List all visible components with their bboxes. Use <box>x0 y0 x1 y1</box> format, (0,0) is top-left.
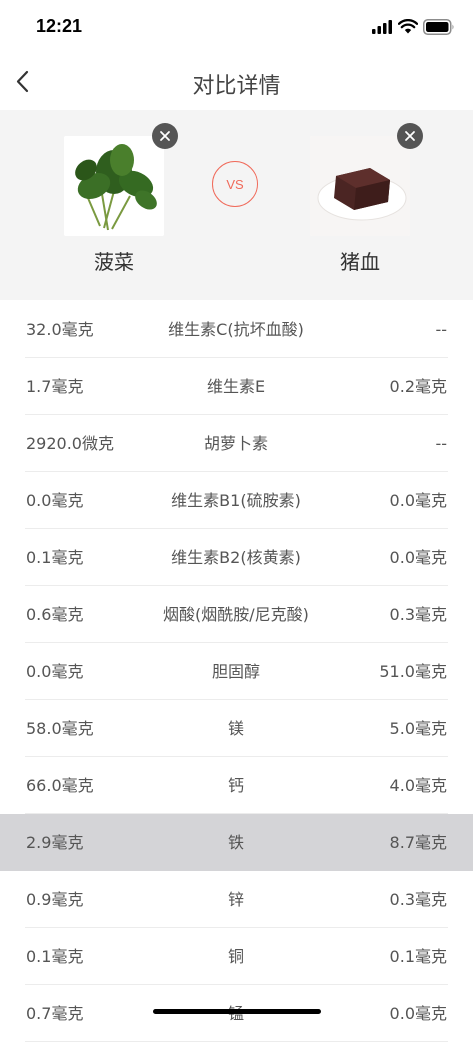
nutrient-name: 维生素E <box>206 377 266 396</box>
nutrient-row[interactable]: 0.9毫克 锌 0.3毫克 <box>0 871 473 928</box>
left-food-name: 菠菜 <box>94 250 134 274</box>
right-value: 4.0毫克 <box>389 776 447 795</box>
nutrient-row-highlighted[interactable]: 2.9毫克 铁 8.7毫克 <box>0 814 473 871</box>
nutrient-row[interactable]: 0.1毫克 铜 0.1毫克 <box>0 928 473 985</box>
right-food-name: 猪血 <box>340 250 380 274</box>
nutrient-list: 32.0毫克 维生素C(抗坏血酸) -- 1.7毫克 维生素E 0.2毫克 29… <box>0 301 473 1042</box>
right-value: 51.0毫克 <box>379 662 447 681</box>
nutrient-row[interactable]: 1.7毫克 维生素E 0.2毫克 <box>0 358 473 415</box>
home-indicator <box>153 1009 321 1014</box>
nutrient-name: 铜 <box>227 947 244 966</box>
cellular-signal-icon <box>372 20 392 34</box>
nutrient-name: 胡萝卜素 <box>203 434 268 453</box>
left-value: 0.7毫克 <box>26 1004 84 1023</box>
nutrient-row[interactable]: 0.0毫克 维生素B1(硫胺素) 0.0毫克 <box>0 472 473 529</box>
nutrient-name: 烟酸(烟酰胺/尼克酸) <box>163 605 309 624</box>
right-value: -- <box>435 434 447 453</box>
nutrient-row[interactable]: 0.0毫克 胆固醇 51.0毫克 <box>0 643 473 700</box>
left-value: 0.6毫克 <box>26 605 84 624</box>
page-title: 对比详情 <box>192 74 281 99</box>
wifi-icon <box>398 19 418 34</box>
right-value: 5.0毫克 <box>389 719 447 738</box>
nutrient-name: 钙 <box>227 776 244 795</box>
status-bar: 12:21 <box>0 0 473 56</box>
left-value: 0.1毫克 <box>26 947 84 966</box>
nutrient-row[interactable]: 0.1毫克 维生素B2(核黄素) 0.0毫克 <box>0 529 473 586</box>
nutrient-row[interactable]: 0.6毫克 烟酸(烟酰胺/尼克酸) 0.3毫克 <box>0 586 473 643</box>
left-value: 58.0毫克 <box>26 719 94 738</box>
right-value: 0.3毫克 <box>389 605 447 624</box>
right-value: -- <box>435 320 447 339</box>
right-value: 0.0毫克 <box>389 548 447 567</box>
right-value: 0.2毫克 <box>389 377 447 396</box>
right-value: 0.1毫克 <box>389 947 447 966</box>
right-value: 0.0毫克 <box>389 491 447 510</box>
compare-panel: VS 菠菜 猪血 <box>0 110 473 300</box>
right-value: 0.0毫克 <box>389 1004 447 1023</box>
status-time: 12:21 <box>36 16 83 36</box>
nutrient-row[interactable]: 32.0毫克 维生素C(抗坏血酸) -- <box>0 301 473 358</box>
nutrient-row[interactable]: 58.0毫克 镁 5.0毫克 <box>0 700 473 757</box>
nutrient-name: 维生素C(抗坏血酸) <box>168 320 304 339</box>
vs-badge: VS <box>212 161 258 207</box>
spinach-image <box>64 136 164 236</box>
nutrient-name: 铁 <box>227 833 244 852</box>
pig-blood-image <box>310 136 410 236</box>
nutrient-name: 维生素B2(核黄素) <box>171 548 301 567</box>
nutrient-name: 锌 <box>227 890 244 909</box>
left-value: 1.7毫克 <box>26 377 84 396</box>
left-value: 0.0毫克 <box>26 491 84 510</box>
nutrient-row[interactable]: 2920.0微克 胡萝卜素 -- <box>0 415 473 472</box>
remove-right-food-button[interactable] <box>397 123 423 149</box>
left-value: 0.1毫克 <box>26 548 84 567</box>
nutrient-name: 维生素B1(硫胺素) <box>171 491 301 510</box>
left-value: 66.0毫克 <box>26 776 94 795</box>
close-icon <box>160 131 170 141</box>
close-icon <box>405 131 415 141</box>
left-value: 32.0毫克 <box>26 320 94 339</box>
right-value: 8.7毫克 <box>389 833 447 852</box>
nutrient-name: 胆固醇 <box>211 662 260 681</box>
nav-bar: 对比详情 <box>0 56 473 110</box>
nutrient-name: 镁 <box>227 719 244 738</box>
remove-left-food-button[interactable] <box>152 123 178 149</box>
battery-icon <box>423 19 454 35</box>
right-value: 0.3毫克 <box>389 890 447 909</box>
left-value: 0.0毫克 <box>26 662 84 681</box>
nutrient-row[interactable]: 66.0毫克 钙 4.0毫克 <box>0 757 473 814</box>
left-value: 2920.0微克 <box>26 434 114 453</box>
left-value: 0.9毫克 <box>26 890 84 909</box>
left-value: 2.9毫克 <box>26 833 84 852</box>
